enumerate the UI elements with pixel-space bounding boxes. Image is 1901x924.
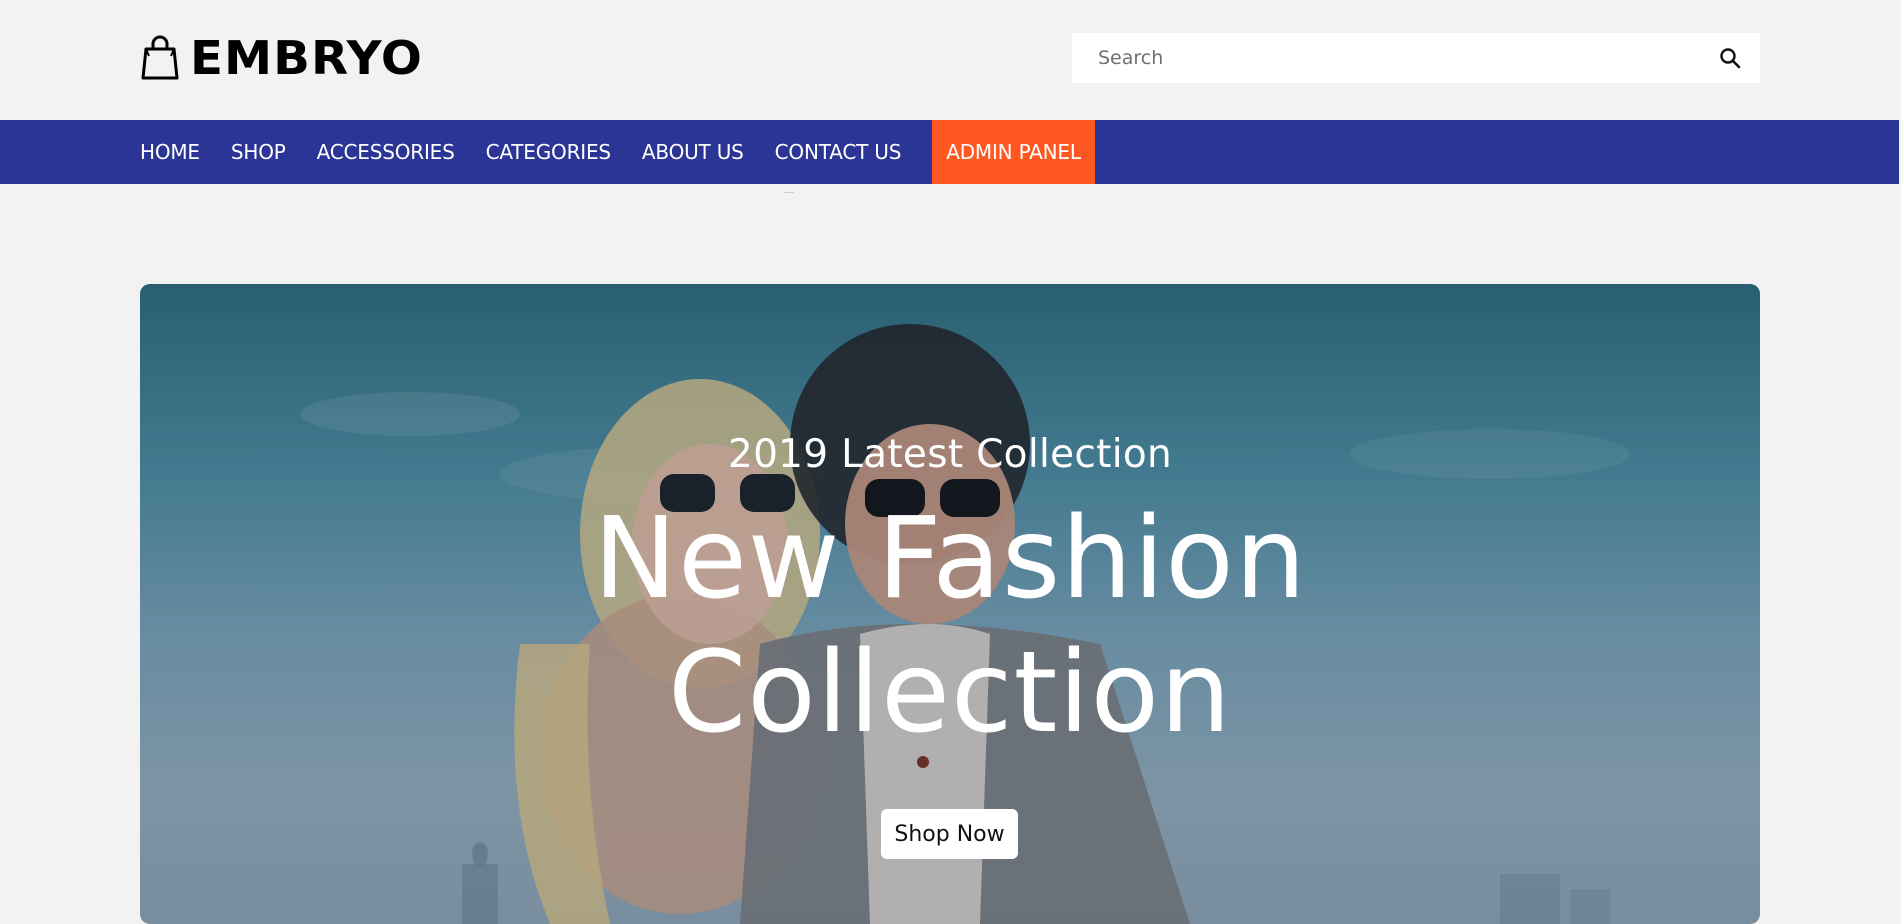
- nav-item-home[interactable]: HOME: [140, 120, 200, 184]
- hero-title-line-1: New Fashion: [593, 494, 1307, 624]
- admin-panel-button[interactable]: ADMIN PANEL: [932, 120, 1095, 184]
- shopping-bag-icon: [141, 35, 179, 80]
- nav-item-accessories[interactable]: ACCESSORIES: [317, 120, 455, 184]
- search-button[interactable]: [1700, 33, 1760, 83]
- hero-title: New Fashion Collection: [140, 492, 1760, 760]
- nav-item-shop[interactable]: SHOP: [231, 120, 286, 184]
- brand-logo[interactable]: EMBRYO: [140, 34, 422, 82]
- hero-title-line-2: Collection: [668, 628, 1232, 758]
- site-header: EMBRYO: [0, 0, 1901, 120]
- shop-now-button[interactable]: Shop Now: [881, 809, 1018, 859]
- search-bar: [1072, 33, 1760, 83]
- nav-item-contact-us[interactable]: CONTACT US: [775, 120, 902, 184]
- hero-subtitle: 2019 Latest Collection: [727, 432, 1173, 477]
- search-icon: [1720, 48, 1741, 69]
- divider: [784, 192, 794, 193]
- brand-name: EMBRYO: [190, 31, 424, 85]
- nav-item-about-us[interactable]: ABOUT US: [642, 120, 744, 184]
- search-input[interactable]: [1072, 33, 1700, 83]
- main-nav: HOME SHOP ACCESSORIES CATEGORIES ABOUT U…: [0, 120, 1899, 184]
- hero-banner: 2019 Latest Collection New Fashion Colle…: [140, 284, 1760, 924]
- nav-item-categories[interactable]: CATEGORIES: [486, 120, 612, 184]
